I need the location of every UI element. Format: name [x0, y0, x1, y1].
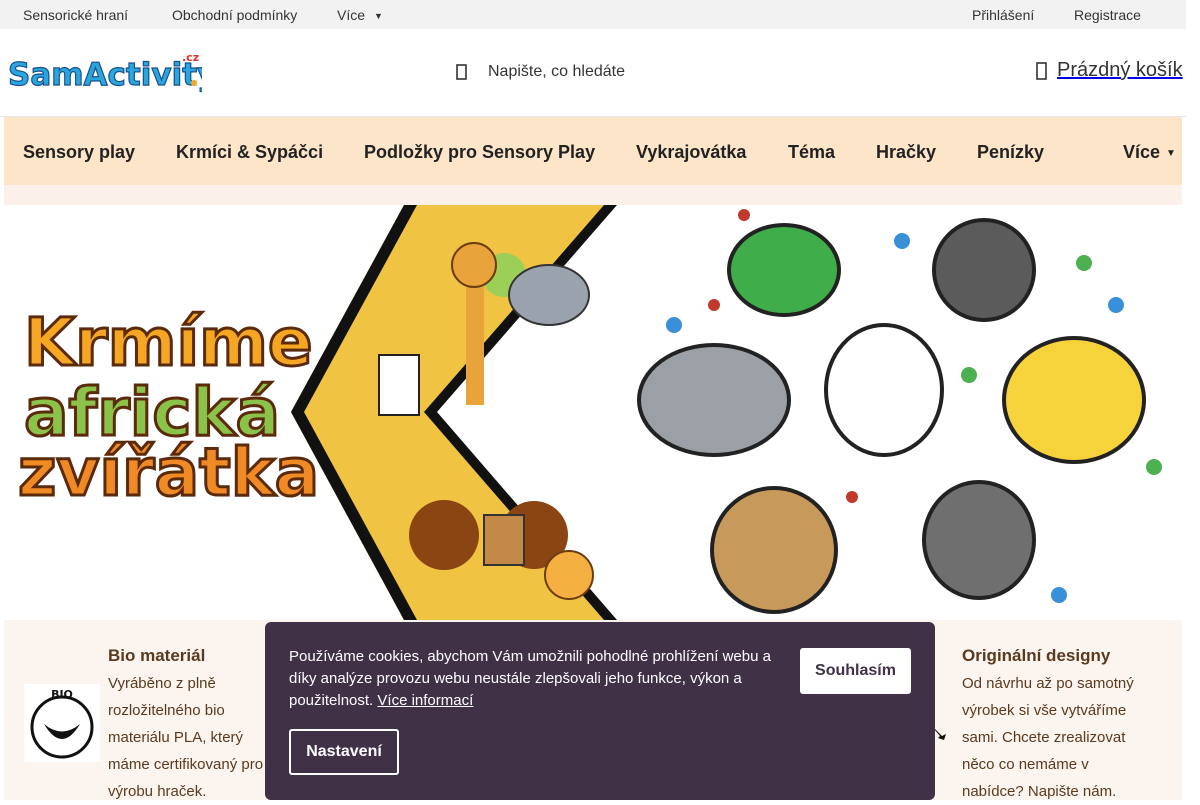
elephant-face: [637, 343, 791, 457]
feature-original-line: výrobek si vše vytváříme: [962, 702, 1127, 719]
feature-bio-line: rozložitelného bio: [108, 702, 225, 719]
search-icon: [456, 64, 467, 80]
cookie-consent-dialog: Používáme cookies, abychom Vám umožnili …: [265, 622, 935, 800]
nav-more-label: Více: [1123, 142, 1161, 162]
banner-illustration: Krmíme africká zvířátka: [17, 205, 1162, 620]
feature-original-line: Od návrhu až po samotný: [962, 675, 1134, 692]
nav-item-sensory-play[interactable]: Sensory play: [23, 142, 135, 163]
feature-bio-line: Vyráběno z plně: [108, 675, 216, 692]
cookie-accept-button[interactable]: Souhlasím: [800, 648, 911, 694]
banner-headline-line-1: Krmíme: [24, 304, 313, 381]
nav-item-hracky[interactable]: Hračky: [876, 142, 936, 163]
nav-item-penizky[interactable]: Penízky: [977, 142, 1044, 163]
cart-button[interactable]: Prázdný košík: [1036, 59, 1183, 82]
cookie-settings-button[interactable]: Nastavení: [289, 729, 399, 775]
top-bar: Sensorické hraní Obchodní podmínky Více ▼…: [0, 0, 1186, 29]
logo-graphic: SamActivity .cz: [7, 51, 217, 94]
feature-original-text: Od návrhu až po samotný výrobek si vše v…: [962, 670, 1177, 805]
hero-banner[interactable]: Krmíme africká zvířátka: [4, 205, 1182, 620]
rhino-face: [922, 480, 1036, 600]
nav-spacer: [4, 185, 1182, 205]
feature-original-line: sami. Chcete zrealizovat: [962, 729, 1126, 746]
site-header: SamActivity .cz Napište, co hledáte Práz…: [0, 29, 1186, 117]
feature-bio-text: Vyráběno z plně rozložitelného bio mater…: [108, 670, 278, 805]
topbar-more[interactable]: Více ▼: [337, 7, 383, 23]
nav-item-vykrajovatka[interactable]: Vykrajovátka: [636, 142, 746, 163]
cookie-message: Používáme cookies, abychom Vám umožnili …: [289, 646, 789, 712]
chevron-down-icon: ▼: [1166, 148, 1176, 159]
feature-original-line: nabídce? Napište nám.: [962, 783, 1117, 800]
feature-bio-line: výrobu hraček.: [108, 783, 207, 800]
search-bar[interactable]: Napište, co hledáte: [454, 59, 625, 85]
nav-item-podlozky[interactable]: Podložky pro Sensory Play: [364, 142, 595, 163]
topbar-link-sensory[interactable]: Sensorické hraní: [23, 7, 128, 23]
main-navigation: Sensory play Krmíci & Sypáčci Podložky p…: [4, 117, 1182, 185]
topbar-link-terms[interactable]: Obchodní podmínky: [172, 7, 297, 23]
banner-headline-line-3: zvířátka: [18, 434, 319, 511]
bio-badge-label: BIO: [51, 688, 73, 701]
zebra-face: [824, 323, 944, 457]
feature-original-title: Originální designy: [962, 646, 1111, 665]
crocodile-face: [727, 223, 841, 317]
topbar-more-label: Více: [337, 7, 366, 23]
register-link[interactable]: Registrace: [1074, 7, 1141, 23]
feature-bio-title: Bio materiál: [108, 646, 206, 665]
feature-bio-line: máme certifikovaný pro: [108, 756, 264, 773]
banner-headline: Krmíme africká zvířátka: [17, 303, 321, 513]
site-logo[interactable]: SamActivity .cz: [6, 47, 217, 94]
lion-face: [710, 486, 838, 614]
feature-bio-line: materiálu PLA, který: [108, 729, 244, 746]
logo-tld: .cz: [182, 51, 199, 64]
nav-item-tema[interactable]: Téma: [788, 142, 835, 163]
logo-wordmark: SamActivity: [8, 57, 202, 93]
cookie-more-info-link[interactable]: Více informací: [377, 692, 473, 709]
feature-original-line: něco co nemáme v: [962, 756, 1089, 773]
search-placeholder: Napište, co hledáte: [488, 63, 625, 80]
login-link[interactable]: Přihlášení: [972, 7, 1034, 23]
cart-icon: [1036, 61, 1047, 80]
giraffe-face: [1002, 336, 1146, 464]
nav-item-more[interactable]: Více ▼: [1123, 142, 1176, 163]
cookie-text: Používáme cookies, abychom Vám umožnili …: [289, 648, 771, 709]
chevron-down-icon: ▼: [374, 11, 383, 21]
bio-leaf-icon: BIO: [24, 684, 100, 762]
nav-item-krmici[interactable]: Krmíci & Sypáčci: [176, 142, 323, 163]
cart-label: Prázdný košík: [1057, 59, 1183, 81]
hippo-face: [932, 218, 1036, 322]
